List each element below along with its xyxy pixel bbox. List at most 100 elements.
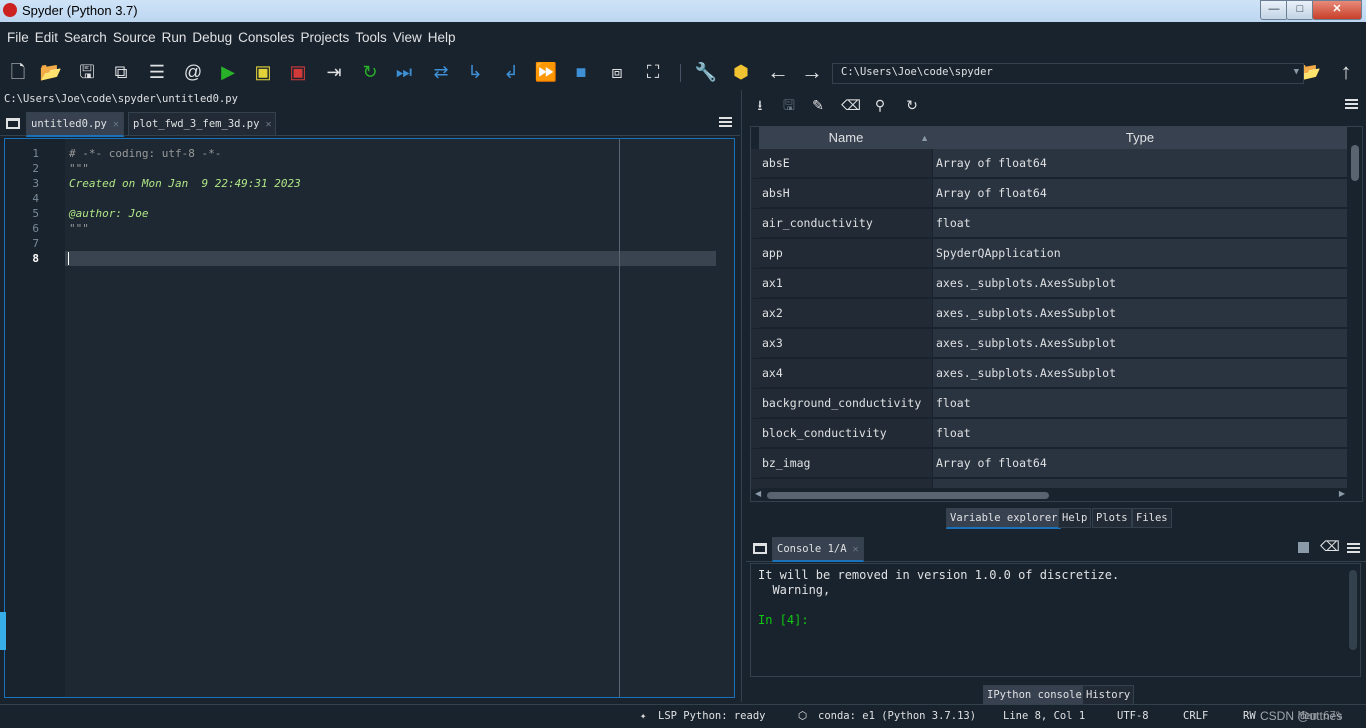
tab-console-1a[interactable]: Console 1/A ✕ [772, 537, 864, 562]
table-row[interactable]: absH Array of float64 [751, 179, 1347, 209]
row-header [751, 479, 759, 489]
save-data-as-icon[interactable]: ✎ [808, 95, 828, 115]
tab-variable-explorer[interactable]: Variable explorer [946, 508, 1062, 529]
tab-ipython-console[interactable]: IPython console [983, 685, 1086, 706]
refresh-icon[interactable]: ↻ [902, 95, 922, 115]
preferences-icon[interactable]: 🔧 [694, 60, 718, 84]
run-icon[interactable]: ▶ [216, 60, 240, 84]
pane-options-icon[interactable] [6, 118, 20, 129]
table-row[interactable]: absE Array of float64 [751, 149, 1347, 179]
at-icon[interactable]: @ [181, 60, 205, 84]
save-icon[interactable]: 🖫 [75, 60, 99, 84]
menu-consoles[interactable]: Consoles [235, 26, 297, 50]
table-row[interactable]: ax4 axes._subplots.AxesSubplot [751, 359, 1347, 389]
outline-icon[interactable]: ☰ [145, 60, 169, 84]
stop-kernel-icon[interactable] [1298, 542, 1309, 553]
continue-icon[interactable]: ⏩ [534, 60, 558, 84]
menu-tools[interactable]: Tools [352, 26, 390, 50]
variable-name: ax2 [759, 299, 932, 328]
tab-untitled0[interactable]: untitled0.py ✕ [26, 112, 124, 137]
menu-file[interactable]: File [4, 26, 32, 50]
import-data-icon[interactable]: ⭳ [750, 95, 770, 115]
tab-label: plot_fwd_3_fem_3d.py [133, 118, 260, 130]
close-tab-icon[interactable]: ✕ [853, 544, 859, 555]
scrollbar-thumb[interactable] [1349, 570, 1357, 650]
menu-help[interactable]: Help [425, 26, 459, 50]
console-prompt[interactable]: In [4]: [758, 613, 809, 627]
table-row[interactable]: block_conductivity float [751, 419, 1347, 449]
save-all-icon[interactable]: ⧉ [109, 60, 133, 84]
search-icon[interactable]: ⚲ [870, 95, 890, 115]
python-path-icon[interactable]: ⬢ [729, 60, 753, 84]
tab-files[interactable]: Files [1132, 508, 1172, 528]
console-output-line: It will be removed in version 1.0.0 of d… [758, 568, 1120, 582]
minimize-button[interactable]: — [1260, 0, 1288, 20]
save-data-icon[interactable]: 🖫 [779, 95, 799, 115]
clear-console-icon[interactable]: ⌫ [1320, 538, 1340, 555]
console-options-icon[interactable] [1347, 543, 1360, 545]
code-area[interactable]: # -*- coding: utf-8 -*- """ Created on M… [65, 139, 734, 697]
tab-plots[interactable]: Plots [1092, 508, 1132, 528]
table-row[interactable]: ax1 axes._subplots.AxesSubplot [751, 269, 1347, 299]
forward-icon[interactable]: → [800, 60, 824, 84]
scrollbar-thumb[interactable] [767, 492, 1049, 499]
menu-view[interactable]: View [390, 26, 425, 50]
column-header-name[interactable]: Name ▲ [759, 127, 934, 149]
variable-name: ax3 [759, 329, 932, 358]
step-return-icon[interactable]: ↲ [499, 60, 523, 84]
menu-projects[interactable]: Projects [297, 26, 352, 50]
tab-history[interactable]: History [1082, 685, 1135, 705]
close-tab-icon[interactable]: ✕ [113, 119, 119, 130]
vertical-scrollbar[interactable] [1347, 568, 1359, 672]
table-row[interactable]: ax3 axes._subplots.AxesSubplot [751, 329, 1347, 359]
variable-explorer-table[interactable]: Name ▲ Type absE Array of float64 absH Arr… [750, 126, 1363, 502]
table-row[interactable]: app SpyderQApplication [751, 239, 1347, 269]
working-directory-combo[interactable]: C:\Users\Joe\code\spyder ▼ [832, 63, 1304, 84]
tab-help[interactable]: Help [1058, 508, 1092, 528]
menu-source[interactable]: Source [110, 26, 159, 50]
run-cell-icon[interactable]: ▣ [251, 60, 275, 84]
stop-debug-icon[interactable]: ■ [569, 60, 593, 84]
variable-name: absE [759, 149, 932, 178]
tab-plot-fwd-3-fem-3d[interactable]: plot_fwd_3_fem_3d.py ✕ [128, 112, 277, 136]
ipython-console[interactable]: It will be removed in version 1.0.0 of d… [750, 563, 1361, 677]
run-selection-icon[interactable]: ⇥ [322, 60, 346, 84]
horizontal-scrollbar[interactable]: ◀ ▶ [755, 489, 1345, 501]
maximize-button[interactable]: □ [1286, 0, 1314, 20]
pane-options-icon[interactable] [753, 543, 767, 554]
new-file-icon[interactable]: 🗋 [6, 60, 30, 84]
menu-debug[interactable]: Debug [189, 26, 235, 50]
scrollbar-thumb[interactable] [1351, 145, 1359, 181]
menu-run[interactable]: Run [159, 26, 190, 50]
table-row[interactable]: ax2 axes._subplots.AxesSubplot [751, 299, 1347, 329]
menu-search[interactable]: Search [61, 26, 110, 50]
close-button[interactable]: ✕ [1312, 0, 1362, 20]
fullscreen-icon[interactable]: ⛶ [641, 60, 665, 84]
left-dock-handle[interactable] [0, 612, 6, 650]
step-into-icon[interactable]: ↳ [463, 60, 487, 84]
chevron-down-icon[interactable]: ▼ [1294, 64, 1299, 81]
scroll-right-icon[interactable]: ▶ [1339, 489, 1345, 498]
close-tab-icon[interactable]: ✕ [265, 119, 271, 130]
menu-edit[interactable]: Edit [32, 26, 61, 50]
debug-icon[interactable]: ⏭ [392, 60, 416, 84]
maximize-pane-icon[interactable]: ⧈ [605, 60, 629, 84]
table-row[interactable]: bz_imag Array of float64 [751, 449, 1347, 479]
open-file-icon[interactable]: 📂 [39, 60, 63, 84]
rerun-icon[interactable]: ↻ [358, 60, 382, 84]
run-cell-advance-icon[interactable]: ▣ [286, 60, 310, 84]
table-row[interactable]: background_conductivity float [751, 389, 1347, 419]
code-editor[interactable]: 1 2 3 4 5 6 7 8 # -*- coding: utf-8 -*- … [4, 138, 735, 698]
variable-explorer-options-icon[interactable] [1345, 99, 1358, 101]
vertical-splitter[interactable] [741, 90, 746, 702]
table-row[interactable] [751, 479, 1347, 489]
vertical-scrollbar[interactable] [1349, 143, 1361, 483]
parent-dir-icon[interactable]: ↑ [1334, 60, 1358, 84]
editor-options-menu-icon[interactable] [719, 117, 732, 119]
remove-all-variables-icon[interactable]: ⌫ [841, 95, 861, 115]
column-header-type[interactable]: Type [933, 127, 1348, 149]
back-icon[interactable]: ← [766, 60, 790, 84]
step-icon[interactable]: ⇄ [429, 60, 453, 84]
table-row[interactable]: air_conductivity float [751, 209, 1347, 239]
scroll-left-icon[interactable]: ◀ [755, 489, 761, 498]
